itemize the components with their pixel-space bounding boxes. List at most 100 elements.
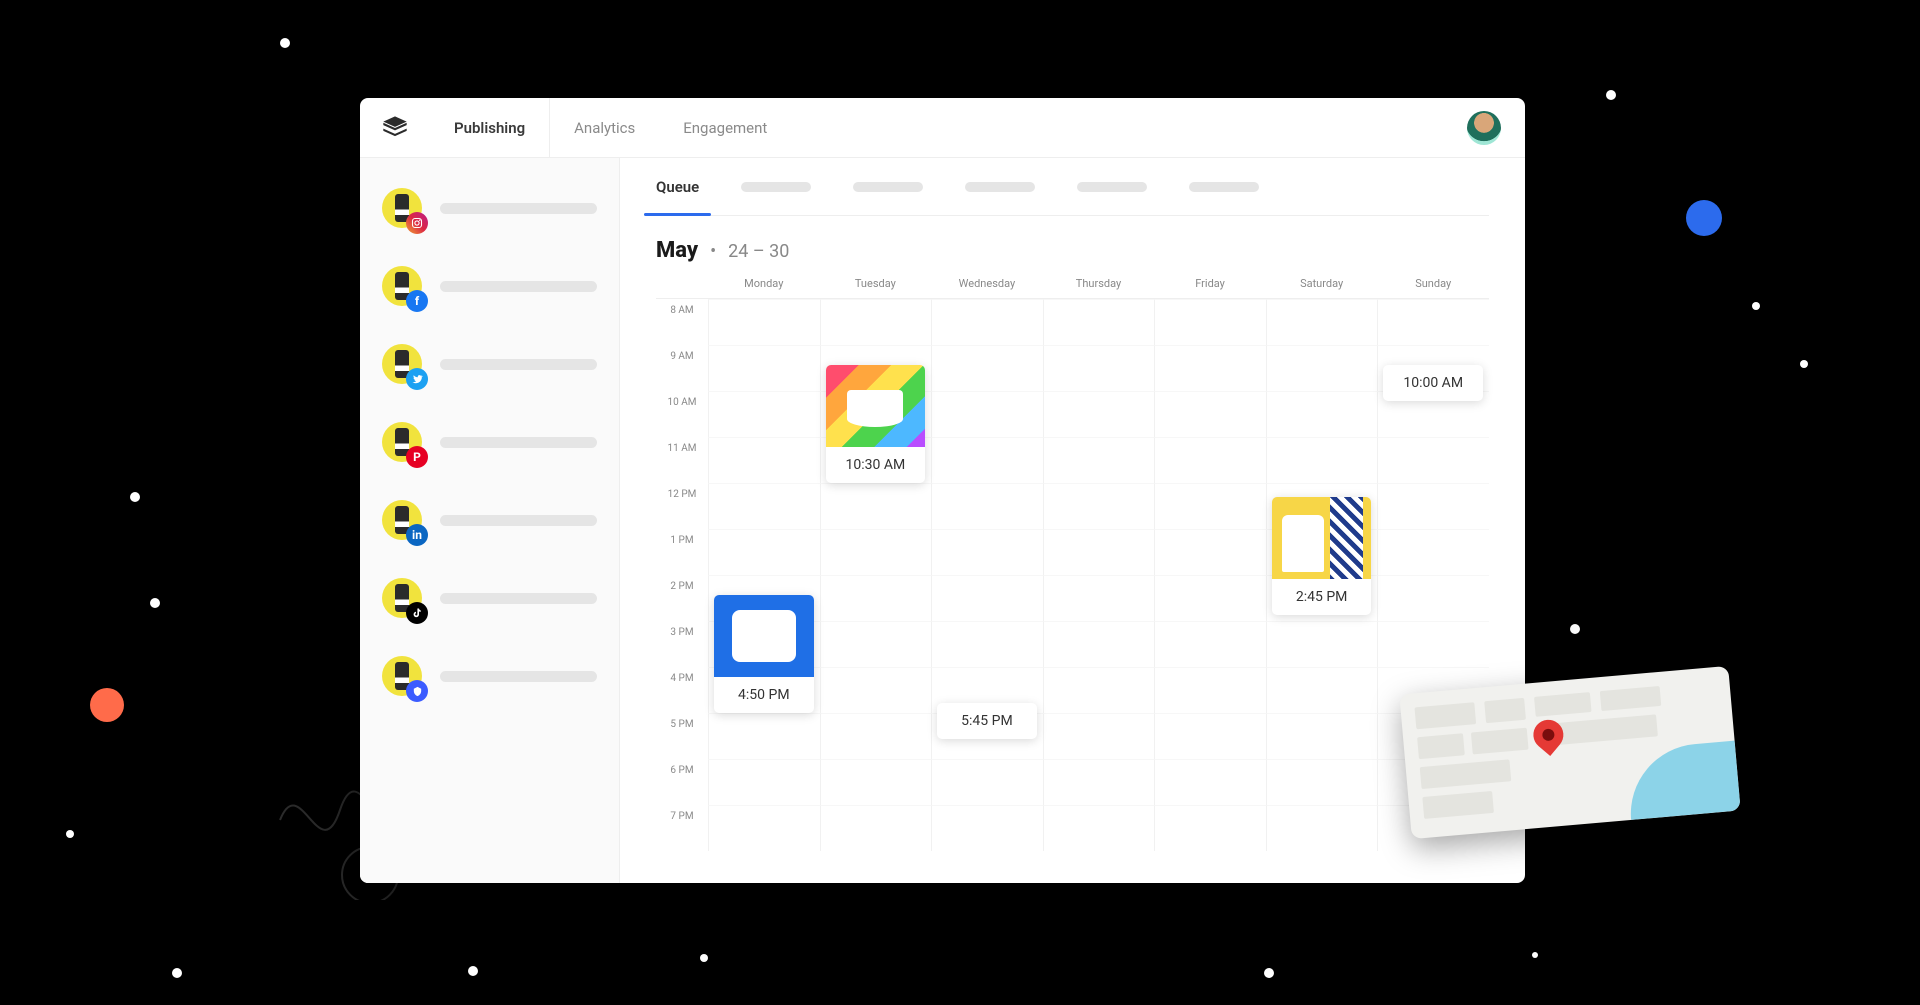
decoration-dot xyxy=(1606,90,1616,100)
post-time: 10:00 AM xyxy=(1383,365,1483,401)
account-avatar: P xyxy=(382,422,422,462)
day-header: Saturday xyxy=(1266,277,1378,290)
user-avatar[interactable] xyxy=(1467,111,1501,145)
day-header-row: Monday Tuesday Wednesday Thursday Friday… xyxy=(656,277,1489,298)
day-header: Monday xyxy=(708,277,820,290)
app-logo[interactable] xyxy=(360,98,430,158)
time-label: 8 AM xyxy=(656,299,708,345)
account-tiktok[interactable] xyxy=(382,578,597,618)
time-label: 2 PM xyxy=(656,575,708,621)
decoration-dot xyxy=(90,688,124,722)
nav-tabs: Publishing Analytics Engagement xyxy=(430,98,791,157)
instagram-icon xyxy=(406,212,428,234)
account-avatar xyxy=(382,578,422,618)
nav-tab-analytics[interactable]: Analytics xyxy=(550,98,659,157)
scheduled-post[interactable]: 4:50 PM xyxy=(714,595,814,713)
pinterest-icon: P xyxy=(406,446,428,468)
account-avatar: in xyxy=(382,500,422,540)
day-header: Thursday xyxy=(1043,277,1155,290)
decoration-dot xyxy=(150,598,160,608)
account-name-placeholder xyxy=(440,437,597,448)
account-avatar xyxy=(382,656,422,696)
account-google[interactable] xyxy=(382,656,597,696)
scheduled-post[interactable]: 10:30 AM xyxy=(826,365,926,483)
date-range: 24 – 30 xyxy=(728,241,789,262)
map-illustration xyxy=(1399,666,1740,839)
map-water xyxy=(1625,741,1741,820)
buffer-icon xyxy=(381,114,409,142)
decoration-dot xyxy=(1752,302,1760,310)
subtabs: Queue xyxy=(656,158,1489,216)
decoration-dot xyxy=(468,966,478,976)
tiktok-icon xyxy=(406,602,428,624)
decoration-dot xyxy=(700,954,708,962)
decoration-dot xyxy=(1532,952,1538,958)
nav-tab-publishing[interactable]: Publishing xyxy=(430,98,550,157)
day-header: Wednesday xyxy=(931,277,1043,290)
subtab-placeholder[interactable] xyxy=(1189,158,1259,215)
scheduled-post[interactable]: 10:00 AM xyxy=(1383,365,1483,401)
day-header: Sunday xyxy=(1377,277,1489,290)
post-thumbnail xyxy=(1272,497,1372,579)
decoration-dot xyxy=(1800,360,1808,368)
separator: • xyxy=(710,241,716,262)
decoration-dot xyxy=(280,38,290,48)
post-time: 10:30 AM xyxy=(826,447,926,483)
time-label: 1 PM xyxy=(656,529,708,575)
scheduled-post[interactable]: 5:45 PM xyxy=(937,703,1037,739)
subtab-queue[interactable]: Queue xyxy=(656,158,699,215)
time-label: 3 PM xyxy=(656,621,708,667)
time-label: 11 AM xyxy=(656,437,708,483)
calendar: Monday Tuesday Wednesday Thursday Friday… xyxy=(656,277,1489,851)
sidebar: f P in xyxy=(360,158,620,883)
day-header: Tuesday xyxy=(820,277,932,290)
time-label: 7 PM xyxy=(656,805,708,851)
account-name-placeholder xyxy=(440,281,597,292)
account-linkedin[interactable]: in xyxy=(382,500,597,540)
day-header: Friday xyxy=(1154,277,1266,290)
time-label: 6 PM xyxy=(656,759,708,805)
date-header: May • 24 – 30 xyxy=(656,238,1489,263)
facebook-icon: f xyxy=(406,290,428,312)
account-name-placeholder xyxy=(440,203,597,214)
account-avatar xyxy=(382,188,422,228)
decoration-dot xyxy=(1264,968,1274,978)
account-name-placeholder xyxy=(440,671,597,682)
post-time: 4:50 PM xyxy=(714,677,814,713)
account-instagram[interactable] xyxy=(382,188,597,228)
map-pin-icon xyxy=(1527,714,1569,756)
time-label: 5 PM xyxy=(656,713,708,759)
post-time: 5:45 PM xyxy=(937,703,1037,739)
subtab-placeholder[interactable] xyxy=(853,158,923,215)
account-avatar xyxy=(382,344,422,384)
subtab-placeholder[interactable] xyxy=(1077,158,1147,215)
main-content: Queue May • 24 – 30 Monday Tuesday Wedne… xyxy=(620,158,1525,883)
decoration-dot xyxy=(1570,624,1580,634)
account-name-placeholder xyxy=(440,593,597,604)
scheduled-post[interactable]: 2:45 PM xyxy=(1272,497,1372,615)
time-label: 10 AM xyxy=(656,391,708,437)
account-pinterest[interactable]: P xyxy=(382,422,597,462)
decoration-dot xyxy=(130,492,140,502)
account-name-placeholder xyxy=(440,515,597,526)
google-icon xyxy=(406,680,428,702)
subtab-placeholder[interactable] xyxy=(965,158,1035,215)
post-time: 2:45 PM xyxy=(1272,579,1372,615)
twitter-icon xyxy=(406,368,428,390)
events-layer: 10:30 AM 4:50 PM 5:45 PM xyxy=(708,305,1489,851)
time-label: 4 PM xyxy=(656,667,708,713)
account-facebook[interactable]: f xyxy=(382,266,597,306)
subtab-placeholder[interactable] xyxy=(741,158,811,215)
time-label: 12 PM xyxy=(656,483,708,529)
decoration-dot xyxy=(172,968,182,978)
top-nav: Publishing Analytics Engagement xyxy=(360,98,1525,158)
post-thumbnail xyxy=(826,365,926,447)
decoration-dot xyxy=(66,830,74,838)
time-label: 9 AM xyxy=(656,345,708,391)
app-window: Publishing Analytics Engagement f xyxy=(360,98,1525,883)
nav-tab-engagement[interactable]: Engagement xyxy=(659,98,791,157)
account-avatar: f xyxy=(382,266,422,306)
linkedin-icon: in xyxy=(406,524,428,546)
account-twitter[interactable] xyxy=(382,344,597,384)
account-name-placeholder xyxy=(440,359,597,370)
